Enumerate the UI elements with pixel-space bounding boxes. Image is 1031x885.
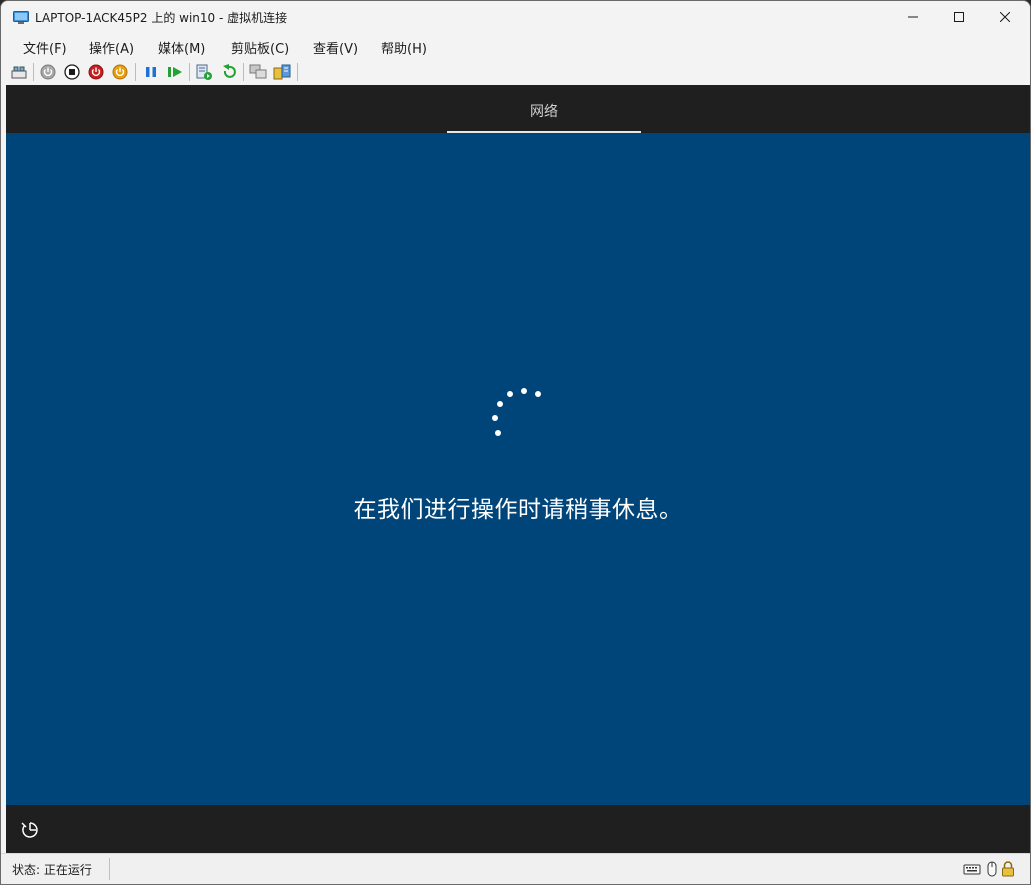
oobe-header: 网络: [6, 85, 1030, 133]
tab-network: 网络: [530, 104, 558, 120]
toolbar-separator: [243, 63, 244, 81]
vm-display[interactable]: 网络 在我们进行操作时请稍事休息。: [6, 85, 1030, 853]
vm-status: 状态: 正在运行: [12, 863, 92, 877]
window-title: LAPTOP-1ACK45P2 上的 win10 - 虚拟机连接: [35, 11, 288, 25]
toolbar: [1, 59, 1030, 85]
power-save-icon[interactable]: [111, 63, 129, 81]
start-icon[interactable]: [39, 63, 57, 81]
status-bar: 状态: 正在运行: [1, 853, 1030, 884]
tab-network-underline: [447, 131, 641, 133]
toolbar-separator: [297, 63, 298, 81]
title-bar[interactable]: LAPTOP-1ACK45P2 上的 win10 - 虚拟机连接: [1, 1, 1030, 33]
close-button[interactable]: [982, 1, 1028, 33]
loading-spinner-icon: [486, 385, 546, 445]
status-separator: [109, 858, 110, 880]
shut-down-icon[interactable]: [87, 63, 105, 81]
vm-connection-app-icon: [13, 10, 29, 24]
resume-icon[interactable]: [166, 63, 184, 81]
toolbar-separator: [135, 63, 136, 81]
menu-help[interactable]: 帮助(H): [381, 38, 427, 57]
oobe-footer: [6, 805, 1030, 853]
waiting-message: 在我们进行操作时请稍事休息。: [353, 497, 683, 523]
menu-bar: 文件(F) 操作(A) 媒体(M) 剪贴板(C) 查看(V) 帮助(H): [1, 33, 1030, 59]
toolbar-separator: [189, 63, 190, 81]
menu-media[interactable]: 媒体(M): [158, 38, 205, 57]
checkpoint-icon[interactable]: [195, 63, 213, 81]
keyboard-icon: [963, 860, 981, 878]
enhanced-session-icon[interactable]: [249, 63, 267, 81]
menu-view[interactable]: 查看(V): [313, 38, 358, 57]
toolbar-separator: [33, 63, 34, 81]
pause-icon[interactable]: [142, 63, 160, 81]
maximize-button[interactable]: [936, 1, 982, 33]
menu-file[interactable]: 文件(F): [23, 38, 67, 57]
turn-off-icon[interactable]: [63, 63, 81, 81]
vm-connection-window: LAPTOP-1ACK45P2 上的 win10 - 虚拟机连接 文件(F) 操…: [0, 0, 1031, 885]
minimize-button[interactable]: [890, 1, 936, 33]
share-icon[interactable]: [273, 63, 291, 81]
accessibility-icon[interactable]: [21, 821, 39, 839]
ctrl-alt-del-icon[interactable]: [10, 63, 28, 81]
menu-clipboard[interactable]: 剪贴板(C): [231, 38, 289, 57]
menu-action[interactable]: 操作(A): [89, 38, 134, 57]
lock-icon: [999, 860, 1017, 878]
revert-icon[interactable]: [220, 63, 238, 81]
